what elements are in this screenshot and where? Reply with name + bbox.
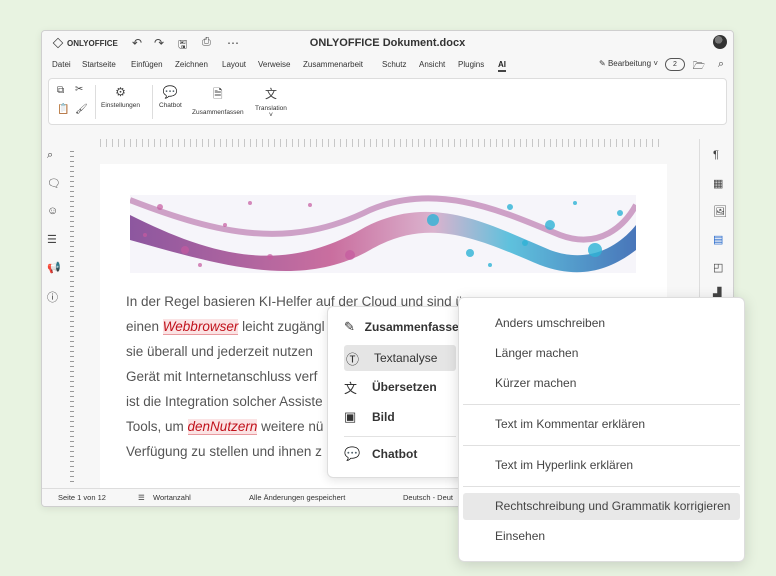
feedback-icon[interactable]: 📢	[47, 261, 61, 274]
chevron-down-icon: ˅	[651, 59, 658, 68]
table-icon[interactable]: ▦	[713, 177, 723, 190]
ai-context-menu: ✎ Zusammenfassen Ⓣ Textanalyse 文 Überset…	[327, 306, 467, 478]
tab-plugins[interactable]: Plugins	[458, 60, 484, 69]
horizontal-ruler[interactable]	[100, 139, 663, 147]
summarize-icon: ✎	[344, 319, 355, 334]
page-indicator[interactable]: Seite 1 von 12	[58, 493, 106, 502]
gear-icon: ⚙	[115, 85, 126, 99]
submenu-item-fix-spelling-grammar[interactable]: Rechtschreibung und Grammatik korrigiere…	[463, 493, 740, 520]
menu-divider	[344, 436, 456, 437]
word-count-button[interactable]: Wortanzahl	[153, 493, 191, 502]
menu-item-text-analysis[interactable]: Ⓣ Textanalyse	[344, 345, 456, 371]
chatbot-icon: 💬	[162, 85, 178, 99]
summarize-icon: 🗎	[213, 87, 223, 101]
submenu-item-view[interactable]: Einsehen	[463, 523, 740, 550]
tab-schutz[interactable]: Schutz	[382, 60, 406, 69]
banner-image	[130, 195, 636, 273]
header-footer-icon[interactable]: ▤	[713, 233, 723, 246]
language-selector[interactable]: Deutsch - Deut	[403, 493, 453, 502]
wordcount-icon[interactable]: ☰	[138, 493, 145, 502]
tab-ansicht[interactable]: Ansicht	[419, 60, 445, 69]
submenu-item-explain-hyperlink[interactable]: Text im Hyperlink erklären	[463, 452, 740, 479]
comments-icon[interactable]: 🗨	[47, 177, 61, 190]
menu-item-summarize[interactable]: ✎ Zusammenfassen	[344, 314, 466, 340]
menu-divider	[463, 486, 740, 487]
tab-zeichnen[interactable]: Zeichnen	[175, 60, 208, 69]
tab-einfuegen[interactable]: Einfügen	[131, 60, 163, 69]
summarize-button[interactable]: 🗎 Zusammenfassen	[192, 85, 244, 116]
tab-startseite[interactable]: Startseite	[82, 60, 116, 69]
cut-icon[interactable]: ✂	[75, 84, 83, 95]
tab-layout[interactable]: Layout	[222, 60, 246, 69]
vertical-ruler[interactable]	[70, 151, 74, 484]
image-icon: ▣	[344, 409, 357, 424]
settings-button[interactable]: ⚙ Einstellungen	[101, 85, 140, 109]
abstract-wave-image	[130, 195, 636, 273]
translate-icon: 文	[344, 380, 358, 396]
paste-icon[interactable]: 📋	[57, 104, 69, 115]
menu-divider	[463, 404, 740, 405]
menu-item-chatbot[interactable]: 💬 Chatbot	[344, 441, 466, 467]
tab-ai[interactable]: AI	[498, 60, 506, 72]
document-title: ONLYOFFICE Dokument.docx	[309, 37, 466, 49]
image-icon[interactable]: 🖼	[713, 205, 727, 218]
submenu-item-rewrite[interactable]: Anders umschreiben	[463, 310, 740, 337]
format-painter-icon[interactable]: 🖌	[75, 104, 88, 115]
menu-item-image[interactable]: ▣ Bild	[344, 404, 466, 430]
chatbot-button[interactable]: 💬 Chatbot	[159, 85, 182, 109]
chat-icon[interactable]: ☺	[47, 205, 58, 217]
paragraph-icon[interactable]: ¶	[713, 149, 719, 161]
navigation-icon[interactable]: ☰	[47, 233, 57, 246]
tab-zusammenarbeit[interactable]: Zusammenarbeit	[303, 60, 363, 69]
users-button[interactable]: 2	[665, 58, 685, 71]
search-icon[interactable]: ⌕	[47, 149, 53, 162]
submenu-item-explain-comment[interactable]: Text im Kommentar erklären	[463, 411, 740, 438]
text-analysis-icon: Ⓣ	[346, 351, 360, 367]
folder-icon[interactable]: 🗁	[693, 59, 705, 76]
spelling-error[interactable]: Webbrowser	[162, 319, 239, 335]
ribbon-divider	[152, 85, 153, 119]
chatbot-icon: 💬	[344, 446, 361, 461]
copy-icon[interactable]: ⧉	[57, 85, 64, 96]
translation-button[interactable]: 文 Translation ˅	[255, 85, 287, 119]
menu-item-translate[interactable]: 文 Übersetzen	[344, 374, 466, 400]
search-icon[interactable]: ⌕	[718, 58, 724, 71]
ribbon-divider	[95, 85, 96, 119]
text-analysis-submenu: Anders umschreiben Länger machen Kürzer …	[458, 297, 745, 562]
avatar[interactable]	[713, 35, 727, 49]
chevron-down-icon: ˅	[268, 112, 273, 119]
pencil-icon: ✎	[599, 59, 608, 68]
submenu-item-longer[interactable]: Länger machen	[463, 340, 740, 367]
translate-icon: 文	[264, 87, 277, 101]
menu-divider	[463, 445, 740, 446]
spelling-error[interactable]: denNutzern	[187, 419, 258, 435]
title-bar: ONLYOFFICE ↶ ↷ 🖫 ⎙ ⋯ ONLYOFFICE Dokument…	[42, 31, 733, 55]
edit-mode-dropdown[interactable]: ✎ Bearbeitung ˅	[599, 59, 658, 68]
info-icon[interactable]: ⓘ	[47, 289, 58, 305]
tab-verweise[interactable]: Verweise	[258, 60, 290, 69]
shape-icon[interactable]: ◰	[713, 261, 723, 274]
ribbon-toolbar: ⧉ ✂ 📋 🖌 ⚙ Einstellungen 💬 Chatbot 🗎 Zusa…	[48, 78, 727, 125]
tab-datei[interactable]: Datei	[52, 60, 71, 69]
save-status: Alle Änderungen gespeichert	[249, 493, 346, 502]
left-sidebar: ⌕ 🗨 ☺ ☰ 📢 ⓘ	[42, 141, 64, 488]
submenu-item-shorter[interactable]: Kürzer machen	[463, 370, 740, 397]
